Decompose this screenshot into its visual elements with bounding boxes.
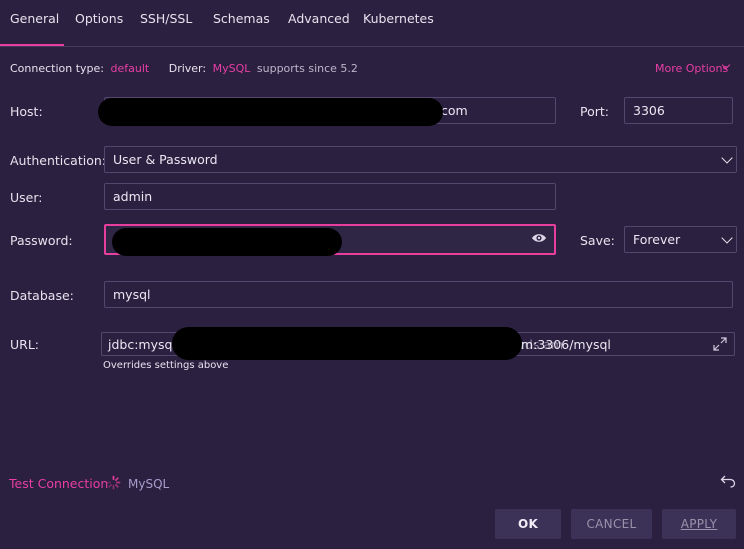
driver-note: supports since 5.2 <box>256 62 358 75</box>
loading-spinner-icon <box>106 475 121 490</box>
database-label: Database: <box>10 288 74 303</box>
tab-advanced[interactable]: Advanced <box>288 11 350 26</box>
tab-options[interactable]: Options <box>75 11 123 26</box>
user-label: User: <box>10 190 43 205</box>
host-value-suffix: com <box>441 103 468 118</box>
user-value: admin <box>113 189 153 204</box>
database-value: mysql <box>113 287 151 302</box>
port-value: 3306 <box>633 103 665 118</box>
tab-general[interactable]: General <box>10 11 59 26</box>
test-connection-link[interactable]: Test Connection <box>9 476 108 491</box>
ok-button[interactable]: OK <box>495 509 561 539</box>
save-select[interactable]: Forever <box>624 226 737 253</box>
tab-kubernetes[interactable]: Kubernetes <box>363 11 434 26</box>
apply-button-label: APPLY <box>680 517 718 531</box>
authentication-select[interactable]: User & Password <box>104 146 737 173</box>
driver-link[interactable]: MySQL <box>213 62 251 75</box>
port-label: Port: <box>580 104 609 119</box>
port-input[interactable]: 3306 <box>624 97 733 124</box>
url-value-end-text: m:3306/mysql <box>521 336 611 352</box>
driver-label: Driver: <box>168 62 207 75</box>
redaction-mark <box>98 98 443 126</box>
authentication-value: User & Password <box>113 152 218 167</box>
user-input[interactable]: admin <box>104 183 556 210</box>
host-label: Host: <box>10 104 43 119</box>
cancel-button[interactable]: CANCEL <box>571 509 652 539</box>
apply-button[interactable]: APPLY <box>662 509 736 539</box>
database-input[interactable]: mysql <box>104 281 733 308</box>
redaction-mark <box>112 228 342 256</box>
cancel-button-label: CANCEL <box>586 517 637 531</box>
connection-type-link[interactable]: default <box>111 62 150 75</box>
active-tab-indicator <box>0 44 64 46</box>
authentication-label: Authentication: <box>10 153 106 168</box>
url-hint: Overrides settings above <box>103 360 229 371</box>
data-source-dialog: General Options SSH/SSL Schemas Advanced… <box>0 0 744 549</box>
more-options-label: More Options <box>655 62 729 75</box>
tab-schemas[interactable]: Schemas <box>213 11 270 26</box>
url-label: URL: <box>10 337 40 352</box>
save-label: Save: <box>580 233 615 248</box>
ok-button-label: OK <box>517 517 539 531</box>
more-options-link[interactable]: More Options <box>655 62 728 75</box>
tab-ssh-ssl[interactable]: SSH/SSL <box>140 11 192 26</box>
connection-type-label: Connection type: <box>10 62 105 75</box>
tab-bar: General Options SSH/SSL Schemas Advanced… <box>0 0 744 47</box>
driver-name: MySQL <box>128 477 170 491</box>
save-value: Forever <box>633 232 681 247</box>
redaction-mark <box>172 327 522 360</box>
expand-icon[interactable] <box>712 336 728 352</box>
eye-icon[interactable] <box>531 232 547 244</box>
undo-icon[interactable] <box>720 474 736 488</box>
password-label: Password: <box>10 233 73 248</box>
connection-info: Connection type: default Driver: MySQL s… <box>10 62 358 75</box>
